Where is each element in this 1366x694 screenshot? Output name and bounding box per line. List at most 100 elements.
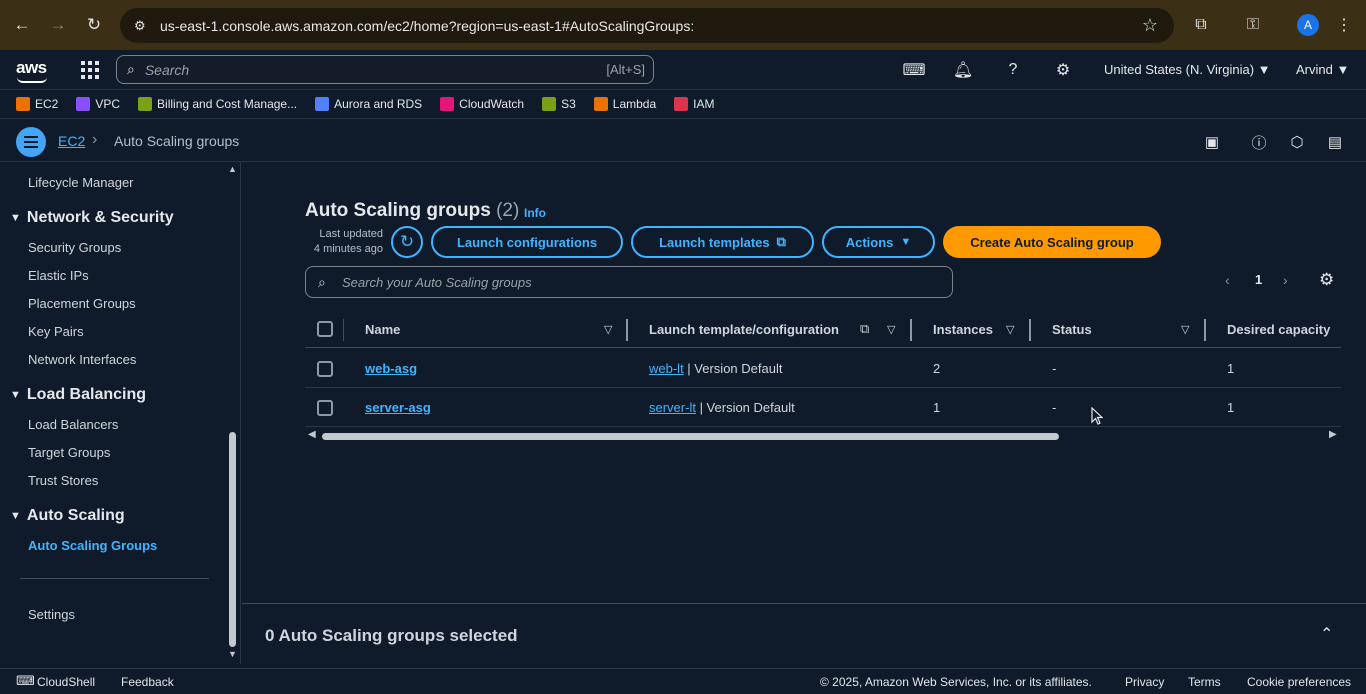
sort-icon[interactable]: ▽ [1006,323,1014,336]
column-header-instances[interactable]: Instances [933,322,993,337]
sidebar-item-placement-groups[interactable]: Placement Groups [28,296,136,311]
favorite-cloudwatch[interactable]: CloudWatch [440,97,524,111]
footer-feedback[interactable]: Feedback [121,675,174,689]
favorite-vpc[interactable]: VPC [76,97,120,111]
table-preferences-gear-icon[interactable]: ⚙ [1319,270,1334,290]
sidebar-item-key-pairs[interactable]: Key Pairs [28,324,84,339]
sidebar-item-security-groups[interactable]: Security Groups [28,240,121,255]
asg-name-link[interactable]: server-asg [365,400,431,415]
cloudshell-icon[interactable]: ⌨ [902,60,925,80]
favorite-ec2[interactable]: EC2 [16,97,58,111]
favorite-iam[interactable]: IAM [674,97,715,111]
favorite-s3[interactable]: S3 [542,97,576,111]
sidebar-item-trust-stores[interactable]: Trust Stores [28,473,98,488]
site-info-icon[interactable]: ⚙ [134,18,152,34]
status-cell: - [1052,400,1057,415]
cloudshell-footer-icon[interactable]: ⌨ [16,673,35,689]
launch-template-link[interactable]: server-lt [649,400,696,415]
launch-template-link[interactable]: web-lt [649,361,684,376]
sidebar-item-network-interfaces[interactable]: Network Interfaces [28,352,136,367]
sidebar-item-auto-scaling-groups[interactable]: Auto Scaling Groups [28,538,157,553]
chevron-up-icon[interactable]: ⌃ [1320,624,1333,644]
next-page-icon[interactable]: › [1283,272,1288,288]
scroll-up-icon[interactable]: ▲ [228,164,237,174]
sort-icon[interactable]: ▽ [887,323,895,336]
table-horizontal-scrollbar[interactable]: ◀ ▶ [305,429,1341,443]
column-header-desired-capacity[interactable]: Desired capacity [1227,322,1330,337]
account-menu[interactable]: Arvind ▼ [1296,62,1349,77]
sidebar-item-load-balancers[interactable]: Load Balancers [28,417,118,432]
sidebar-section-network-security[interactable]: ▼ Network & Security [10,209,174,227]
column-resizer[interactable] [1204,319,1206,341]
footer-cookie-preferences[interactable]: Cookie preferences [1247,675,1351,689]
favorite-lambda[interactable]: Lambda [593,97,656,111]
table-row[interactable]: web-asg web-lt | Version Default 2 - 1 [305,349,1341,388]
sort-icon[interactable]: ▽ [604,323,612,336]
info-link[interactable]: Info [524,206,546,220]
table-search-input[interactable]: ⌕ Search your Auto Scaling groups [305,266,953,298]
split-panel-icon[interactable]: ▣ [1202,132,1222,152]
horizontal-scroll-thumb[interactable] [322,433,1059,440]
column-header-name[interactable]: Name [365,322,400,337]
global-search-input[interactable]: ⌕ Search [Alt+S] [116,55,654,84]
amazon-q-icon[interactable]: ⬡ [1287,132,1307,152]
settings-gear-icon[interactable]: ⚙ [1053,60,1073,80]
profile-avatar[interactable]: A [1290,7,1326,43]
row-checkbox[interactable] [317,361,333,377]
back-icon[interactable]: ← [4,7,40,43]
sort-icon[interactable]: ▽ [1181,323,1189,336]
column-header-status[interactable]: Status [1052,322,1092,337]
breadcrumb-ec2-link[interactable]: EC2 [58,133,85,149]
browser-menu-icon[interactable]: ⋮ [1326,7,1362,43]
password-key-icon[interactable]: ⚿ [1235,7,1271,43]
sidebar-scrollbar[interactable]: ▲ ▼ [226,162,240,664]
address-bar[interactable]: ⚙ us-east-1.console.aws.amazon.com/ec2/h… [120,8,1174,43]
reload-icon[interactable]: ↻ [76,7,112,43]
create-auto-scaling-group-button[interactable]: Create Auto Scaling group [943,226,1161,258]
sidebar-scroll-thumb[interactable] [229,432,236,647]
bookmark-star-icon[interactable]: ☆ [1142,15,1158,36]
launch-templates-button[interactable]: Launch templates ⧉ [631,226,814,258]
display-settings-icon[interactable]: ▤ [1325,132,1345,152]
extensions-icon[interactable]: ⧉ [1183,7,1219,43]
aws-logo[interactable]: aws [16,58,47,83]
prev-page-icon[interactable]: ‹ [1225,272,1230,288]
sidebar-section-auto-scaling[interactable]: ▼ Auto Scaling [10,507,125,525]
refresh-button[interactable]: ↻ [391,226,423,258]
sidebar-item-target-groups[interactable]: Target Groups [28,445,110,460]
region-selector[interactable]: United States (N. Virginia) ▼ [1104,62,1271,77]
scroll-left-icon[interactable]: ◀ [308,429,316,440]
forward-icon[interactable]: → [40,7,76,43]
column-resizer[interactable] [910,319,912,341]
page-number[interactable]: 1 [1255,272,1262,287]
table-row[interactable]: server-asg server-lt | Version Default 1… [305,388,1341,427]
actions-button[interactable]: Actions ▼ [822,226,935,258]
services-menu-icon[interactable] [81,61,99,79]
footer-terms[interactable]: Terms [1188,675,1221,689]
column-header-launch-template[interactable]: Launch template/configuration [649,322,839,337]
sidebar-item-settings[interactable]: Settings [28,607,75,622]
column-resizer[interactable] [1029,319,1031,341]
service-icon [138,97,153,111]
favorite-aurora-and-rds[interactable]: Aurora and RDS [315,97,422,111]
favorite-billing-and-cost-manage[interactable]: Billing and Cost Manage... [138,97,297,111]
scroll-down-icon[interactable]: ▼ [228,649,237,659]
scroll-right-icon[interactable]: ▶ [1329,429,1337,440]
footer-cloudshell[interactable]: CloudShell [37,675,95,689]
sidebar-item-lifecycle-manager[interactable]: Lifecycle Manager [28,175,134,190]
notifications-bell-icon[interactable]: 🔔︎ [953,60,973,80]
help-icon[interactable]: ? [1003,60,1023,80]
select-all-checkbox[interactable] [317,321,333,337]
column-resizer[interactable] [626,319,628,341]
external-link-icon: ⧉ [776,234,786,249]
row-checkbox[interactable] [317,400,333,416]
sidebar-section-load-balancing[interactable]: ▼ Load Balancing [10,386,146,404]
info-panel-icon[interactable]: ⓘ [1249,132,1269,152]
launch-configurations-button[interactable]: Launch configurations [431,226,623,258]
asg-name-link[interactable]: web-asg [365,361,417,376]
group-count: (2) [496,200,520,221]
service-icon [674,97,689,111]
footer-privacy[interactable]: Privacy [1125,675,1164,689]
sidebar-item-elastic-ips[interactable]: Elastic IPs [28,268,89,283]
hamburger-menu-icon[interactable] [16,127,46,157]
